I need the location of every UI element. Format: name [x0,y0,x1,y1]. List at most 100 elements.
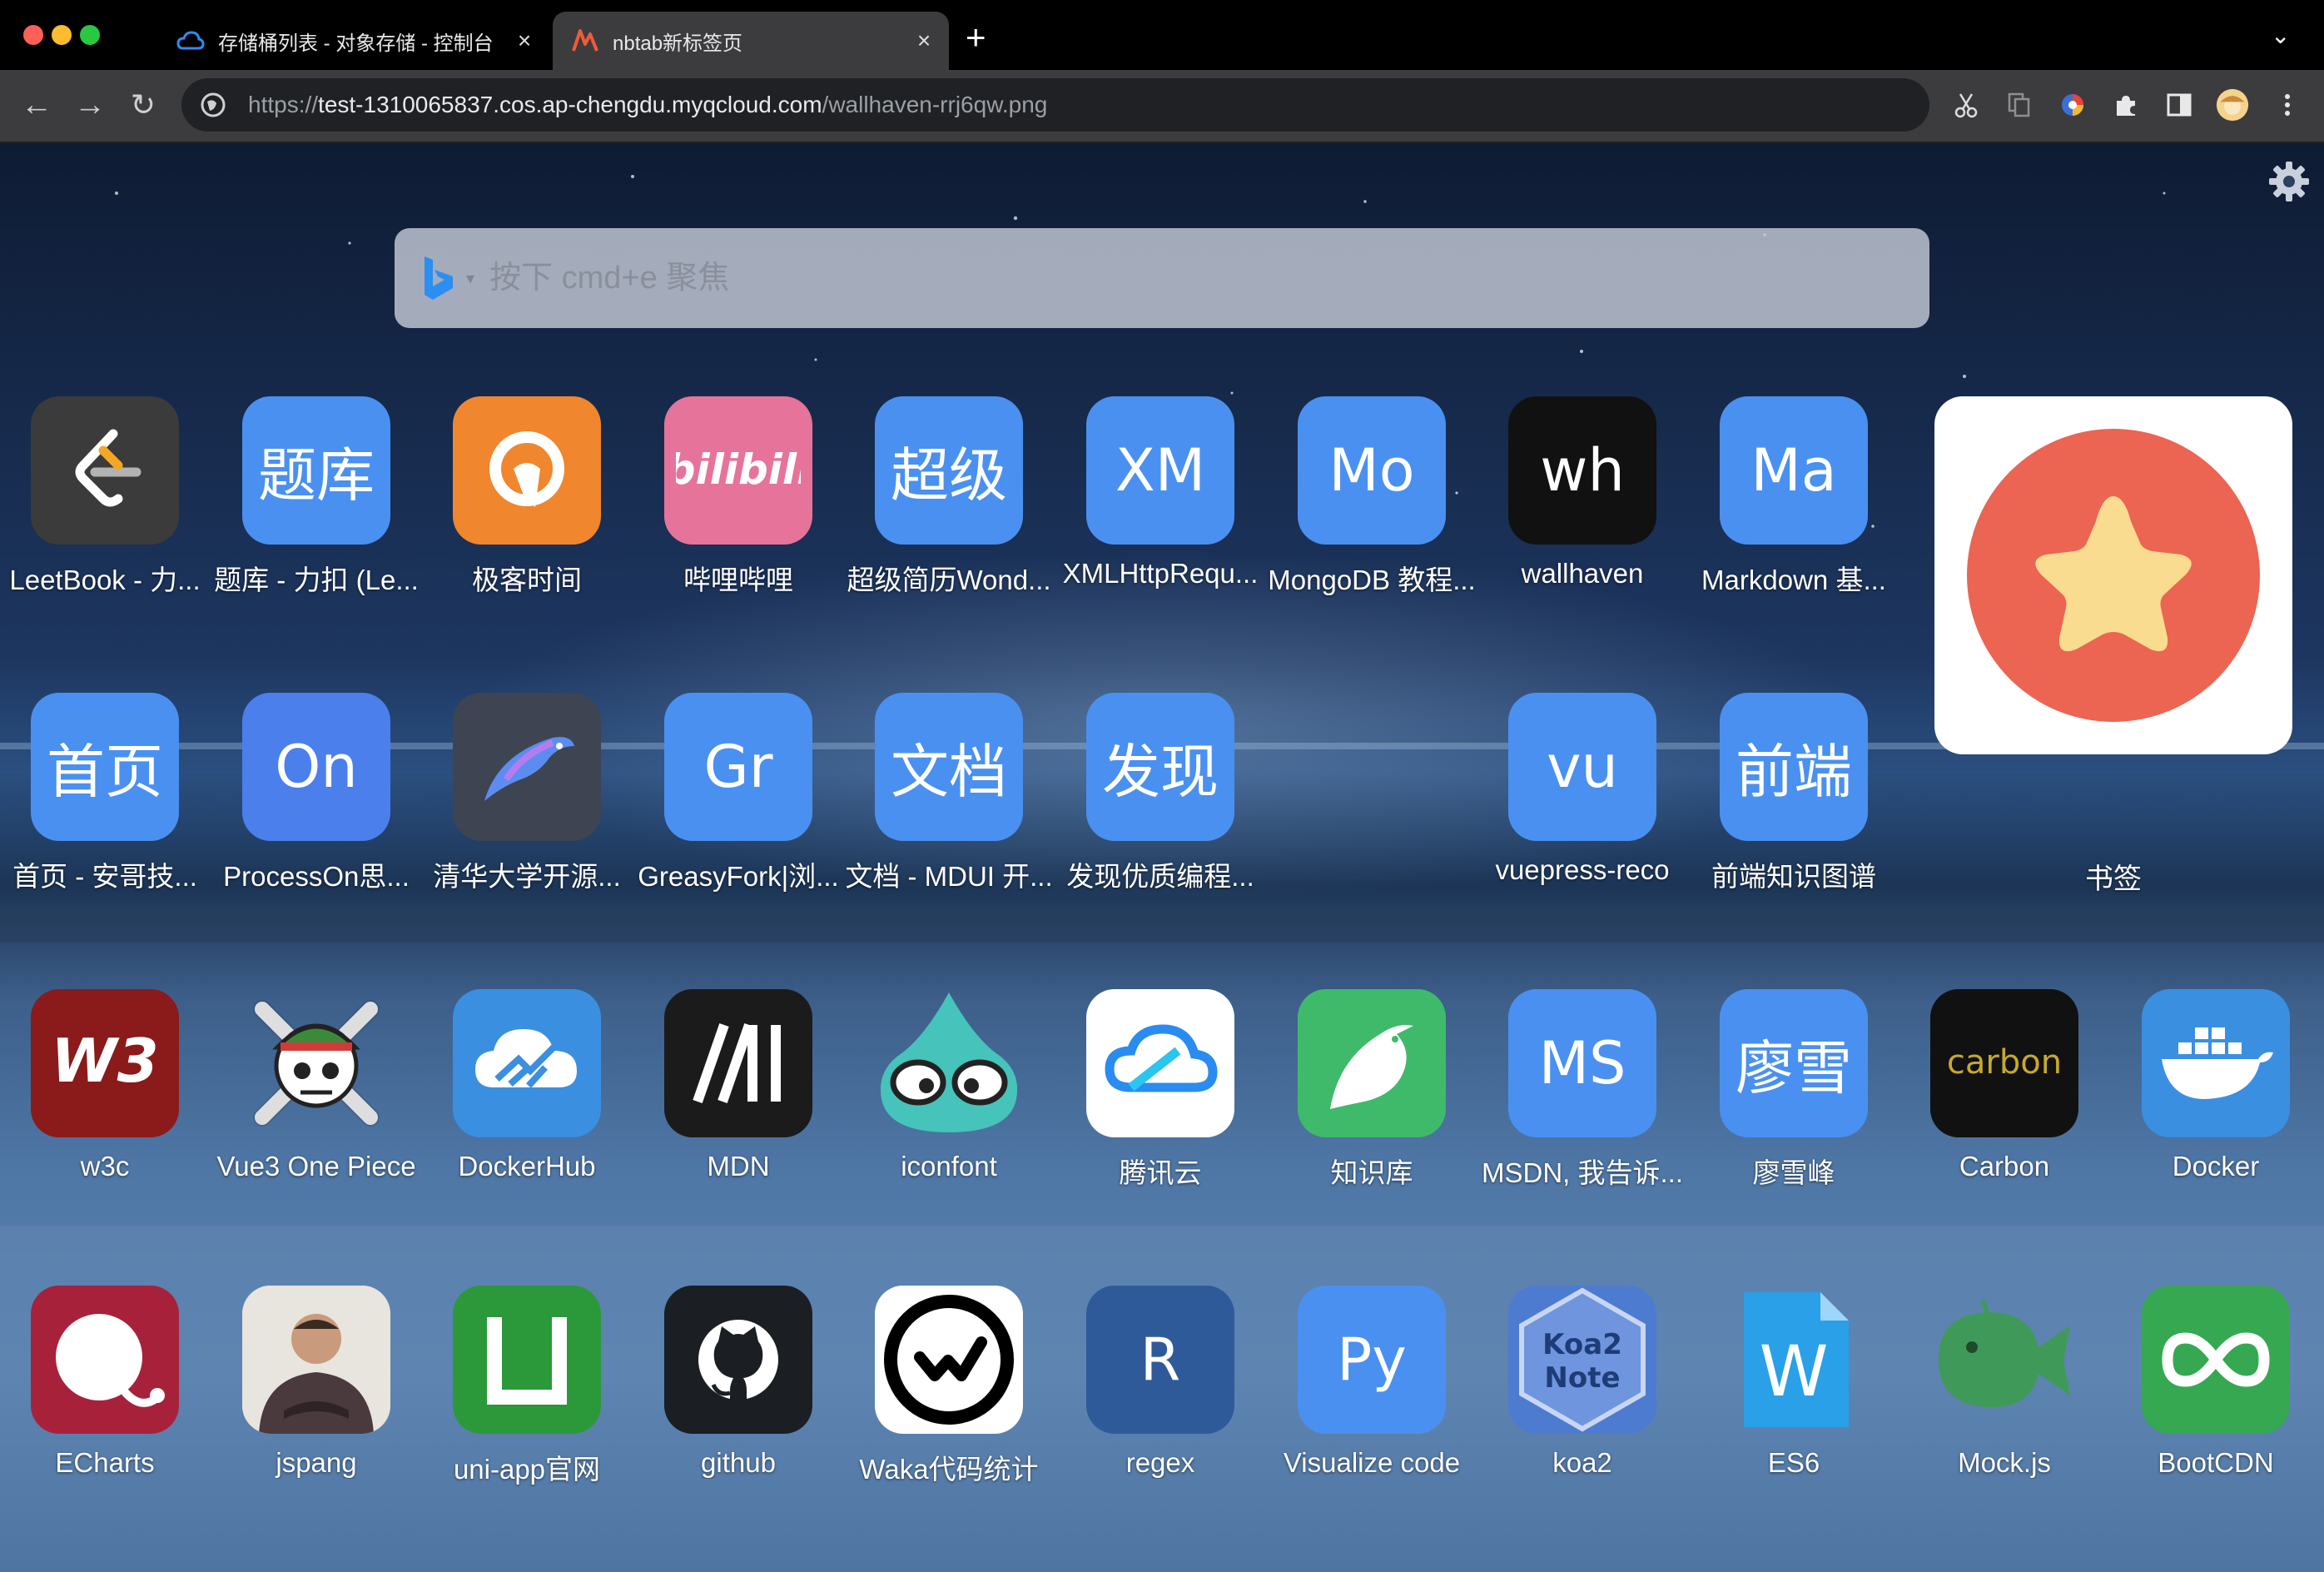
app-shortcut[interactable]: MDN [633,989,844,1189]
iconfont-icon[interactable] [875,989,1023,1137]
app-shortcut[interactable]: Rregex [1055,1286,1266,1485]
mdn-icon[interactable] [664,989,812,1137]
app-tile-text[interactable]: 发现 [1086,693,1234,841]
app-shortcut[interactable]: github [633,1286,844,1485]
app-shortcut[interactable]: vu vuepress-reco [1477,693,1688,893]
side-panel-icon[interactable] [2163,88,2196,122]
site-info-icon[interactable] [198,90,228,120]
forward-button[interactable]: → [70,85,110,125]
gear-icon[interactable] [2264,157,2314,206]
app-shortcut[interactable]: Docker [2110,989,2322,1189]
github-icon[interactable] [664,1286,812,1434]
app-shortcut[interactable]: 清华大学开源... [421,693,633,893]
wakatime-icon[interactable] [875,1286,1023,1434]
app-tile-text[interactable]: Py [1298,1286,1446,1434]
app-tile-text[interactable]: 前端 [1720,693,1868,841]
yuque-bird-icon[interactable] [1298,989,1446,1137]
more-menu-icon[interactable] [2271,88,2304,122]
app-shortcut[interactable]: DockerHub [421,989,633,1189]
color-picker-extension-icon[interactable] [2056,88,2089,122]
app-shortcut[interactable]: 腾讯云 [1055,989,1266,1189]
app-shortcut[interactable]: LeetBook - 力... [0,396,211,596]
app-shortcut[interactable]: Koa2 Note koa2 [1477,1286,1688,1485]
app-shortcut[interactable]: ECharts [0,1286,211,1485]
app-shortcut[interactable]: Mo MongoDB 教程... [1266,396,1477,596]
app-shortcut[interactable]: BootCDN [2110,1286,2322,1485]
app-shortcut[interactable]: 知识库 [1266,989,1477,1189]
engine-dropdown-caret[interactable]: ▾ [466,268,474,289]
app-shortcut[interactable]: 前端 前端知识图谱 [1688,693,1899,893]
bilibili-icon[interactable]: bilibili [664,396,812,545]
tab-nbtab[interactable]: nbtab新标签页 × [553,12,949,70]
app-tile-text[interactable]: 廖雪 [1720,989,1868,1137]
app-shortcut[interactable]: bilibili 哔哩哔哩 [633,396,844,596]
app-shortcut[interactable]: Ma Markdown 基... [1688,396,1899,596]
minimize-window-button[interactable] [52,25,72,45]
close-window-button[interactable] [23,25,43,45]
koa2-icon[interactable]: Koa2 Note [1508,1286,1656,1434]
w3school-icon[interactable]: W3 [31,989,179,1137]
maximize-window-button[interactable] [80,25,100,45]
app-tile-text[interactable]: Gr [664,693,812,841]
mockjs-fish-icon[interactable] [1930,1286,2078,1434]
echarts-icon[interactable] [31,1286,179,1434]
close-tab-icon[interactable]: × [508,27,541,54]
es6-doc-icon[interactable]: W [1720,1286,1868,1434]
app-shortcut[interactable]: XM XMLHttpRequ... [1055,396,1266,596]
app-shortcut[interactable]: 廖雪 廖雪峰 [1688,989,1899,1189]
app-shortcut[interactable]: Py Visualize code [1266,1286,1477,1485]
bing-icon[interactable] [420,253,458,303]
app-shortcut[interactable]: 首页 首页 - 安哥技... [0,693,211,893]
jolly-roger-icon[interactable] [242,989,390,1137]
app-tile-text[interactable]: On [242,693,390,841]
new-tab-button[interactable]: + [966,20,986,55]
app-tile-text[interactable]: R [1086,1286,1234,1434]
carbon-icon[interactable]: carbon [1930,989,2078,1137]
app-shortcut[interactable]: Waka代码统计 [843,1286,1055,1485]
app-tile-text[interactable]: Ma [1720,396,1868,545]
app-shortcut[interactable]: carbon Carbon [1899,989,2110,1189]
docker-whale-icon[interactable] [2142,989,2290,1137]
back-button[interactable]: ← [17,85,57,125]
chevron-down-icon[interactable]: ⌄ [2271,22,2290,49]
app-shortcut[interactable]: MS MSDN, 我告诉... [1477,989,1688,1189]
scissors-icon[interactable] [1949,88,1983,122]
app-shortcut[interactable]: 超级 超级简历Wond... [843,396,1055,596]
app-tile-text[interactable]: 首页 [31,693,179,841]
search-bar[interactable]: ▾ [395,228,1929,328]
app-shortcut[interactable]: 发现 发现优质编程... [1055,693,1266,893]
app-shortcut[interactable]: Vue3 One Piece [211,989,422,1189]
app-tile-text[interactable]: vu [1508,693,1656,841]
app-tile-text[interactable]: wh [1508,396,1656,545]
app-shortcut[interactable]: uni-app官网 [421,1286,633,1485]
app-shortcut[interactable]: Gr GreasyFork|浏... [633,693,844,893]
app-shortcut[interactable]: W3 w3c [0,989,211,1189]
reload-button[interactable]: ↻ [123,85,163,125]
tab-storage-console[interactable]: 存储桶列表 - 对象存储 - 控制台 × [158,12,549,70]
app-shortcut[interactable]: wh wallhaven [1477,396,1688,596]
tuna-fish-icon[interactable] [453,693,601,841]
uniapp-icon[interactable] [453,1286,601,1434]
app-tile-text[interactable]: 文档 [875,693,1023,841]
copy-extension-icon[interactable] [2003,88,2036,122]
app-shortcut[interactable]: W ES6 [1688,1286,1899,1485]
app-tile-text[interactable]: 超级 [875,396,1023,545]
app-shortcut[interactable]: 题库 题库 - 力扣 (Le... [211,396,422,596]
app-shortcut[interactable]: 文档 文档 - MDUI 开... [843,693,1055,893]
app-tile-text[interactable]: 题库 [242,396,390,545]
avatar-photo-icon[interactable] [242,1286,390,1434]
app-tile-text[interactable]: XM [1086,396,1234,545]
close-tab-icon[interactable]: × [907,27,941,54]
profile-avatar[interactable] [2216,88,2249,122]
address-bar[interactable]: https://test-1310065837.cos.ap-chengdu.m… [181,78,1929,132]
dockerhub-cloud-icon[interactable] [453,989,601,1137]
search-input[interactable] [488,259,1929,297]
bookmark-widget[interactable] [1934,396,2292,754]
tencent-cloud-icon[interactable] [1086,989,1234,1137]
app-shortcut[interactable]: jspang [211,1286,422,1485]
app-shortcut[interactable]: Mock.js [1899,1286,2110,1485]
app-tile-text[interactable]: Mo [1298,396,1446,545]
app-shortcut[interactable]: 极客时间 [421,396,633,596]
app-shortcut[interactable]: iconfont [843,989,1055,1189]
bootcdn-icon[interactable] [2142,1286,2290,1434]
